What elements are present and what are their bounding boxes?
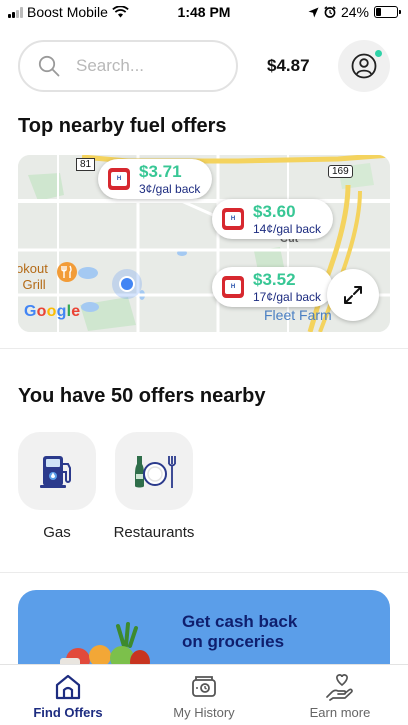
restaurant-pin-icon: [57, 262, 77, 282]
battery-percent: 24%: [340, 4, 369, 20]
bottom-tab-bar: Find Offers My History Earn more: [0, 664, 408, 725]
wallet-history-icon: [192, 676, 216, 697]
offer-cashback: 14¢/gal back: [253, 222, 322, 236]
offer-price: $3.52: [253, 270, 296, 289]
category-restaurants[interactable]: Restaurants: [113, 432, 195, 541]
dining-plate-icon: [135, 456, 176, 488]
current-location-marker: [112, 269, 142, 299]
location-arrow-icon: [308, 7, 319, 17]
category-label: Restaurants: [113, 524, 195, 541]
offer-price: $3.71: [139, 162, 182, 181]
holiday-logo-icon: H: [108, 168, 130, 190]
cash-balance[interactable]: $4.87: [267, 56, 310, 76]
offer-price: $3.60: [253, 202, 296, 221]
expand-icon: [344, 286, 362, 304]
search-input[interactable]: Search...: [76, 56, 144, 76]
home-icon: [55, 674, 81, 700]
highway-shield-81: 81: [76, 158, 96, 171]
tab-my-history[interactable]: My History: [136, 673, 272, 720]
google-attribution: Google: [24, 303, 81, 320]
promo-line-2: on groceries: [182, 632, 285, 651]
section-divider: [0, 572, 408, 573]
tab-earn-more[interactable]: Earn more: [272, 673, 408, 720]
battery-icon: [374, 6, 401, 18]
category-tile[interactable]: [18, 432, 96, 510]
offers-section-title: You have 50 offers nearby: [18, 385, 266, 407]
offer-cashback: 17¢/gal back: [253, 290, 322, 304]
category-tile[interactable]: [115, 432, 193, 510]
category-gas[interactable]: Gas: [18, 432, 96, 541]
tab-label: Earn more: [309, 705, 371, 720]
tab-label: My History: [173, 705, 235, 720]
status-right: 24%: [308, 4, 401, 20]
map-place-label: l Grill: [18, 277, 46, 292]
profile-button[interactable]: [338, 40, 390, 92]
promo-headline: Get cash back on groceries: [182, 612, 297, 652]
map-place-label: okout: [18, 261, 48, 276]
expand-map-button[interactable]: [327, 269, 379, 321]
fuel-offer-pin[interactable]: H $3.71 3¢/gal back: [98, 159, 213, 199]
category-label: Gas: [43, 524, 71, 541]
highway-shield-169: 169: [328, 165, 353, 178]
tab-label: Find Offers: [33, 705, 103, 720]
fuel-offer-pin[interactable]: H $3.60 14¢/gal back: [212, 199, 334, 239]
holiday-logo-icon: H: [222, 276, 244, 298]
search-bar[interactable]: Search...: [18, 40, 238, 92]
fuel-offer-pin[interactable]: H $3.52 17¢/gal back: [212, 267, 334, 307]
map-place-label: Fleet Farm: [264, 307, 332, 323]
offer-cashback: 3¢/gal back: [139, 182, 201, 196]
alarm-icon: [324, 6, 336, 18]
promo-line-1: Get cash back: [182, 612, 298, 631]
gas-pump-icon: [40, 456, 71, 488]
user-icon: [351, 53, 377, 79]
search-icon: [38, 55, 60, 77]
status-bar: Boost Mobile 1:48 PM 24%: [0, 0, 408, 24]
fuel-section-title: Top nearby fuel offers: [18, 115, 227, 137]
fuel-map[interactable]: 81 169 okout l Grill Fleet Farm Cut Goog…: [18, 155, 390, 332]
notification-dot: [374, 49, 383, 58]
tab-find-offers[interactable]: Find Offers: [0, 673, 136, 720]
holiday-logo-icon: H: [222, 208, 244, 230]
heart-hand-icon: [326, 674, 353, 701]
section-divider: [0, 348, 408, 349]
